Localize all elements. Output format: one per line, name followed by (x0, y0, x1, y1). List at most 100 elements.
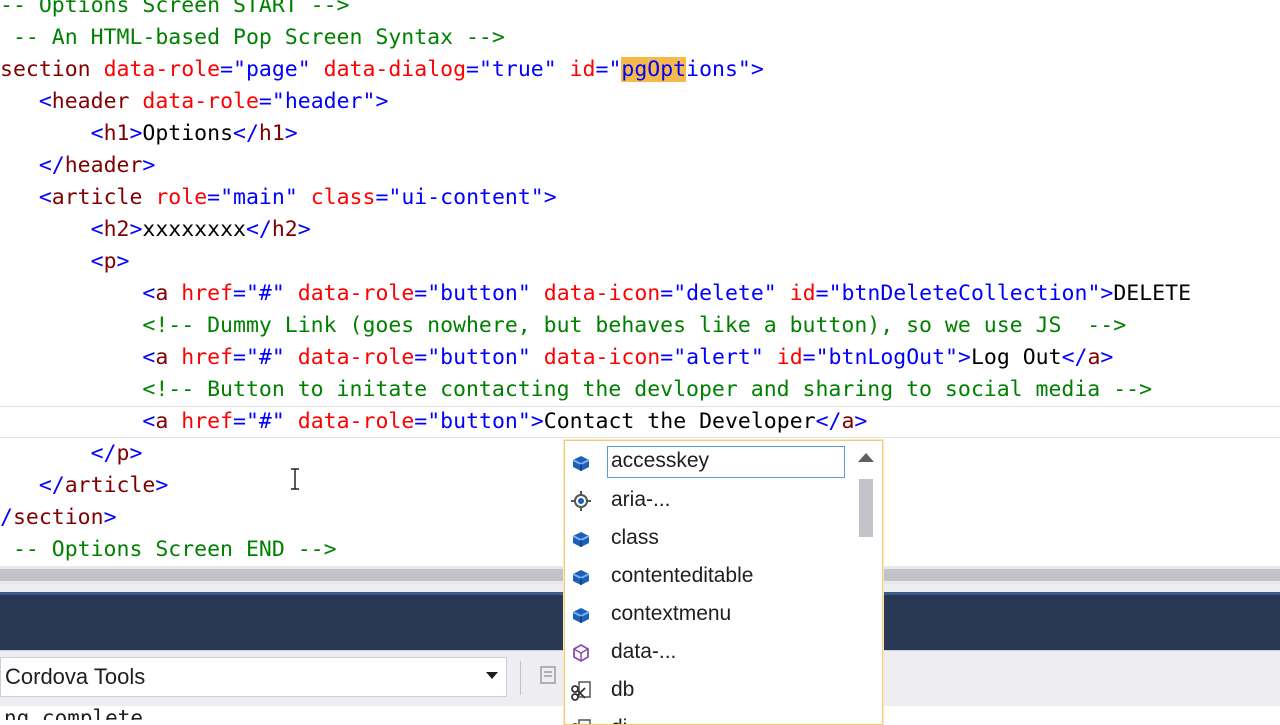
code-line[interactable]: </header> (0, 150, 1280, 182)
completion-item-label: contenteditable (611, 564, 754, 587)
code-token: data-role (142, 89, 259, 114)
completion-item[interactable]: class (565, 519, 855, 557)
code-token: "#" (245, 409, 285, 434)
output-line: ng complete (4, 706, 144, 720)
code-token: / (0, 505, 13, 530)
code-line[interactable]: <h1>Options</h1> (0, 118, 1280, 150)
code-token: "delete" (673, 281, 777, 306)
code-token: = (815, 281, 829, 306)
completion-item[interactable]: contenteditable (565, 557, 855, 595)
code-token: section (0, 57, 91, 82)
code-token: </ (245, 217, 272, 242)
attribute-icon (570, 604, 592, 626)
code-token: a (155, 281, 169, 306)
code-line[interactable]: <article role="main" class="ui-content"> (0, 182, 1280, 214)
code-token: Contact the Developer (543, 409, 816, 434)
code-line[interactable]: <header data-role="header"> (0, 86, 1280, 118)
completion-item-label: aria-... (611, 488, 671, 511)
completion-item-label: accesskey (607, 446, 845, 478)
code-line[interactable]: <a href="#" data-role="button" data-icon… (0, 278, 1280, 310)
code-token: header (51, 89, 130, 114)
code-line[interactable]: section data-role="page" data-dialog="tr… (0, 54, 1280, 86)
code-token: article (64, 473, 156, 498)
code-token: < (142, 345, 156, 370)
completion-item-label: db (611, 678, 635, 701)
highlighted-token: pgOpt (621, 57, 687, 82)
completion-scrollbar[interactable] (848, 441, 882, 724)
scrollbar-thumb[interactable] (859, 479, 873, 537)
code-token: -- Options Screen END --> (0, 537, 337, 562)
code-token: > (142, 153, 156, 178)
find-message-icon[interactable] (538, 663, 562, 687)
code-token: < (38, 89, 52, 114)
scroll-up-arrow-icon[interactable] (858, 453, 874, 462)
code-token: > (530, 409, 544, 434)
code-token: a (841, 409, 855, 434)
code-token: = (660, 345, 674, 370)
code-token: data-icon (543, 345, 661, 370)
code-token: xxxxxxxx (142, 217, 246, 242)
code-token: < (90, 217, 104, 242)
code-token: data-role (297, 281, 415, 306)
code-token: h2 (271, 217, 298, 242)
completion-item[interactable]: contextmenu (565, 595, 855, 633)
intellisense-completion-list[interactable]: accesskey aria-... class contenteditable con… (564, 440, 883, 725)
code-token: = (233, 345, 246, 370)
code-token: = (660, 281, 674, 306)
output-source-dropdown[interactable]: Cordova Tools (0, 657, 507, 697)
code-token: Options (142, 121, 234, 146)
code-token: data-dialog (323, 57, 467, 82)
code-token: "#" (245, 345, 285, 370)
code-line[interactable]: <h2>xxxxxxxx</h2> (0, 214, 1280, 246)
completion-item[interactable]: db (565, 671, 855, 709)
code-token: a (1087, 345, 1101, 370)
code-line[interactable]: -- An HTML-based Pop Screen Syntax --> (0, 22, 1280, 54)
chevron-down-icon[interactable] (486, 672, 498, 679)
code-token: = (220, 57, 234, 82)
code-token: > (854, 409, 868, 434)
code-line[interactable]: <p> (0, 246, 1280, 278)
code-token: > (129, 217, 143, 242)
completion-item[interactable]: accesskey (565, 443, 855, 481)
code-line[interactable]: -- Options Screen START --> (0, 0, 1280, 22)
completion-item[interactable]: data-... (565, 633, 855, 671)
code-token: </ (233, 121, 259, 146)
code-token: = (375, 185, 389, 210)
completion-item[interactable]: di (565, 709, 855, 724)
code-token: <!-- Button to initate contacting the de… (142, 377, 1153, 402)
code-token: " (608, 57, 622, 82)
code-line[interactable]: <a href="#" data-role="button" data-icon… (0, 342, 1280, 374)
completion-item[interactable]: aria-... (565, 481, 855, 519)
code-token: "page" (233, 57, 311, 82)
data-attribute-icon (570, 642, 592, 664)
code-token: id (789, 281, 816, 306)
code-token: < (90, 121, 104, 146)
code-token: "main" (220, 185, 298, 210)
code-line[interactable]: <!-- Dummy Link (goes nowhere, but behav… (0, 310, 1280, 342)
code-token: > (103, 505, 117, 530)
code-line[interactable]: <a href="#" data-role="button">Contact t… (0, 406, 1280, 438)
code-token: > (543, 185, 557, 210)
code-line[interactable]: <!-- Button to initate contacting the de… (0, 374, 1280, 406)
code-token: h1 (258, 121, 285, 146)
code-token: id (776, 345, 803, 370)
code-token: </ (90, 441, 117, 466)
code-token: data-role (103, 57, 221, 82)
